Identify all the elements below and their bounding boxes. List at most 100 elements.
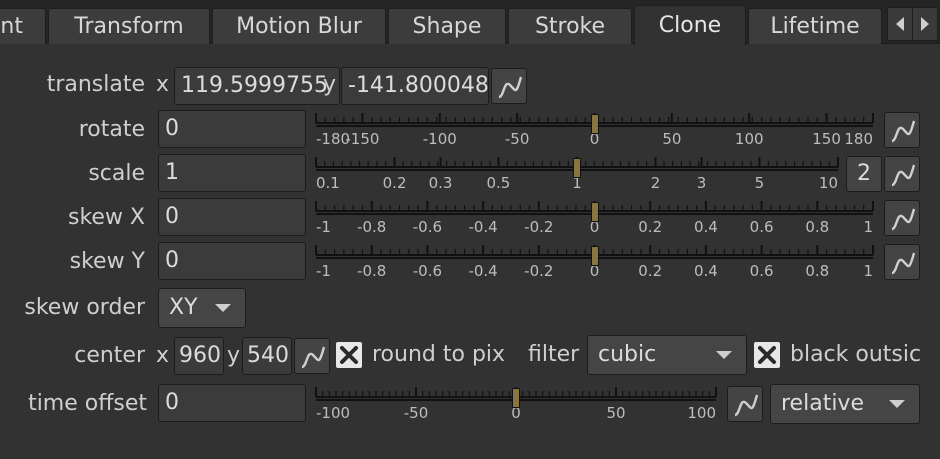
animation-curve-icon xyxy=(891,120,916,143)
skew-x-animation-button[interactable] xyxy=(884,200,920,236)
tab-lifetime[interactable]: Lifetime xyxy=(748,8,882,44)
round-to-pixel-checkbox[interactable] xyxy=(336,342,362,368)
scale-label: scale xyxy=(88,161,145,186)
chevron-left-icon xyxy=(896,17,904,31)
slider-tick-label: -0.2 xyxy=(524,262,554,280)
slider-handle[interactable] xyxy=(590,114,599,134)
slider-tick-label: -50 xyxy=(403,404,429,422)
slider-handle[interactable] xyxy=(573,158,581,178)
scale-channels-button[interactable]: 2 xyxy=(846,156,882,192)
tab-clone[interactable]: Clone xyxy=(634,5,746,45)
skew-x-slider[interactable]: -1 -0.8 -0.6 -0.4 -0.2 0 0.2 0.4 0.6 0.8 1 xyxy=(312,200,877,240)
time-offset-mode-dropdown[interactable]: relative xyxy=(770,384,920,424)
center-x-label: x xyxy=(156,343,170,368)
slider-handle[interactable] xyxy=(512,388,520,408)
skew-x-label: skew X xyxy=(67,205,145,230)
skew-order-value: XY xyxy=(169,295,198,320)
slider-tick-label: 150 xyxy=(812,130,841,148)
slider-tick-label: 3 xyxy=(696,174,707,192)
filter-label: filter xyxy=(528,342,580,367)
slider-tick-label: -100 xyxy=(422,130,457,148)
slider-handle[interactable] xyxy=(590,202,599,222)
slider-tick-label: 0.6 xyxy=(749,262,774,280)
skew-y-input[interactable]: 0 xyxy=(158,242,306,280)
scale-input[interactable]: 1 xyxy=(158,154,306,192)
slider-tick-label: 0.5 xyxy=(486,174,511,192)
slider-tick-label: -150 xyxy=(345,130,380,148)
slider-tick-label: 100 xyxy=(687,404,716,422)
scale-animation-button[interactable] xyxy=(884,156,920,192)
translate-y-input[interactable]: -141.800048 xyxy=(341,67,489,105)
slider-tick-label: -0.8 xyxy=(357,262,387,280)
slider-tick-label: 0.2 xyxy=(638,218,663,236)
scale-slider[interactable]: 0.1 0.2 0.3 0.5 1 2 3 5 10 xyxy=(312,156,842,196)
translate-label: translate xyxy=(46,72,145,97)
check-x-icon xyxy=(340,346,358,364)
center-y-label: y xyxy=(227,343,241,368)
time-offset-animation-button[interactable] xyxy=(727,386,763,422)
slider-tick-label: -0.2 xyxy=(524,218,554,236)
skew-order-dropdown[interactable]: XY xyxy=(158,288,246,328)
tab-transform[interactable]: Transform xyxy=(48,8,210,44)
tab-motion-blur[interactable]: Motion Blur xyxy=(212,8,386,44)
slider-tick-label: -0.4 xyxy=(468,262,498,280)
skew-order-label: skew order xyxy=(24,295,145,320)
time-offset-label: time offset xyxy=(28,391,147,416)
rotate-label: rotate xyxy=(78,117,145,142)
chevron-down-icon xyxy=(716,351,732,359)
tab-stroke[interactable]: Stroke xyxy=(508,8,632,44)
slider-tick-label: 0.1 xyxy=(316,174,340,192)
tab-label: Shape xyxy=(412,14,482,39)
slider-tick-label: -0.6 xyxy=(412,218,443,236)
slider-tick-label: 0.3 xyxy=(428,174,453,192)
translate-x-label: x xyxy=(156,72,170,97)
skew-x-input[interactable]: 0 xyxy=(158,198,306,236)
slider-tick-label: 0.8 xyxy=(805,262,830,280)
translate-animation-button[interactable] xyxy=(491,68,527,104)
center-animation-button[interactable] xyxy=(294,338,330,374)
rotate-input[interactable]: 0 xyxy=(158,110,306,148)
slider-tick-label: 0.6 xyxy=(749,218,774,236)
filter-dropdown[interactable]: cubic xyxy=(587,335,747,375)
translate-x-input[interactable]: 119.5999755 xyxy=(174,67,340,105)
time-offset-input[interactable]: 0 xyxy=(158,384,306,422)
slider-tick-label: -0.8 xyxy=(357,218,387,236)
black-outside-checkbox[interactable] xyxy=(754,342,780,368)
skew-y-animation-button[interactable] xyxy=(884,244,920,280)
slider-tick-label: 0.8 xyxy=(805,218,830,236)
tab-label: Motion Blur xyxy=(236,14,362,39)
tab-label: nt xyxy=(0,14,23,39)
slider-handle[interactable] xyxy=(590,246,599,266)
slider-tick-label: -1 xyxy=(316,262,331,280)
slider-tick-label: 50 xyxy=(662,130,682,148)
tab-partial[interactable]: nt xyxy=(0,8,46,44)
chevron-right-icon xyxy=(921,17,929,31)
slider-tick-label: -100 xyxy=(316,404,351,422)
chevron-down-icon xyxy=(889,400,905,408)
tab-label: Stroke xyxy=(534,14,606,39)
tab-scroll-left-button[interactable] xyxy=(887,7,913,41)
animation-curve-icon xyxy=(891,208,916,231)
rotate-animation-button[interactable] xyxy=(884,112,920,148)
slider-tick-label: 50 xyxy=(606,404,626,422)
tab-shape[interactable]: Shape xyxy=(388,8,506,44)
skew-y-slider[interactable]: -1 -0.8 -0.6 -0.4 -0.2 0 0.2 0.4 0.6 0.8 1 xyxy=(312,244,877,284)
rotate-slider[interactable]: -180 -150 -100 -50 0 50 100 150 180 xyxy=(312,112,877,152)
animation-curve-icon xyxy=(891,252,916,275)
center-y-input[interactable]: 540 xyxy=(242,337,292,375)
tab-scroll-right-button[interactable] xyxy=(912,7,938,41)
center-label: center xyxy=(74,343,145,368)
time-offset-slider[interactable]: -100 -50 0 50 100 xyxy=(312,386,720,426)
animation-curve-icon xyxy=(498,76,523,99)
animation-curve-icon xyxy=(891,164,916,187)
center-x-input[interactable]: 960 xyxy=(174,337,224,375)
slider-tick-label: 0.4 xyxy=(693,218,718,236)
tab-label: Transform xyxy=(74,14,184,39)
tab-label: Clone xyxy=(658,13,722,38)
chevron-down-icon xyxy=(215,304,231,312)
slider-tick-label: 5 xyxy=(754,174,765,192)
slider-tick-label: 0.2 xyxy=(382,174,407,192)
tab-label: Lifetime xyxy=(770,14,860,39)
slider-tick-label: 1 xyxy=(863,262,873,280)
black-outside-label: black outsic xyxy=(790,342,922,367)
